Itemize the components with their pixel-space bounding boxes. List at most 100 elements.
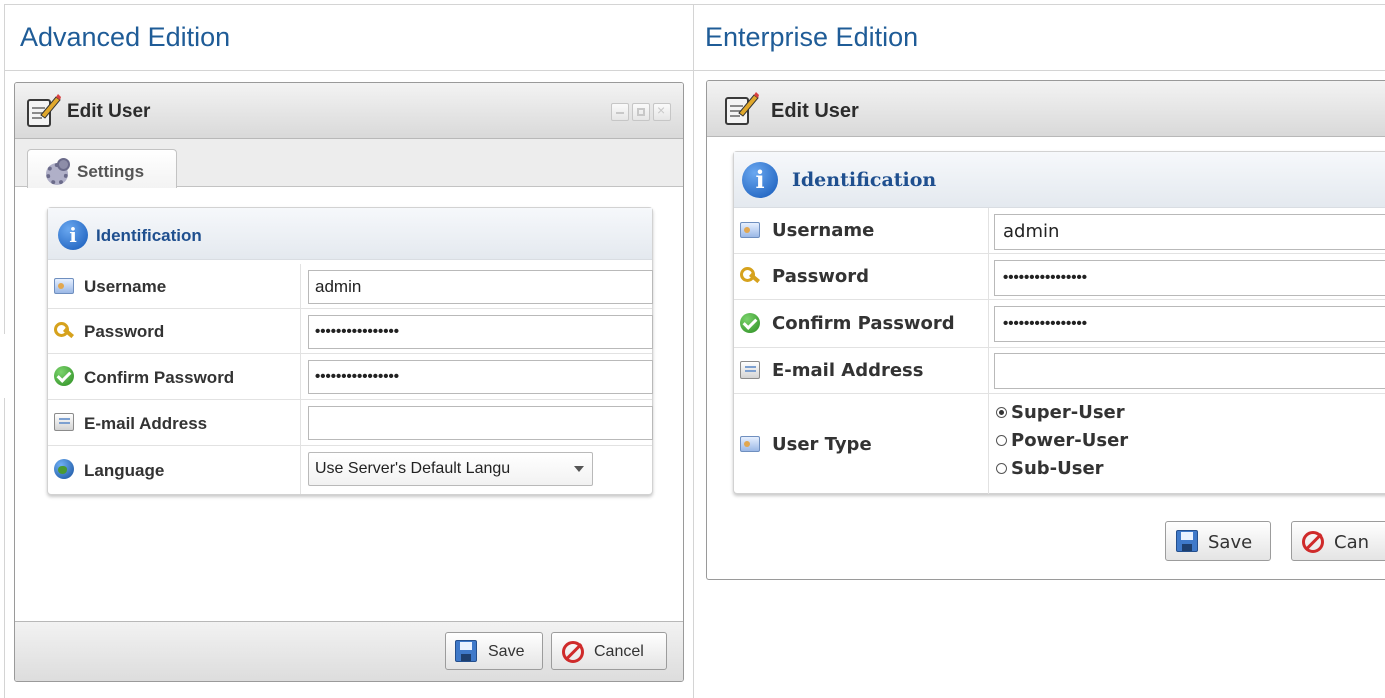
floppy-disk-icon: [1176, 530, 1198, 552]
cancel-button-label: Cancel: [594, 643, 644, 660]
table-left-border: [4, 4, 5, 334]
panel-title: Identification: [792, 169, 937, 191]
globe-icon: [54, 459, 74, 479]
window-title: Edit User: [771, 100, 859, 122]
row-separator: [988, 254, 989, 299]
radio-button[interactable]: [996, 435, 1007, 446]
radio-sub-user-label: Sub-User: [1011, 458, 1104, 479]
edit-user-icon: [725, 92, 759, 125]
row-separator: [988, 348, 989, 393]
cancel-button[interactable]: Can: [1291, 521, 1385, 561]
chevron-down-icon: [574, 466, 584, 472]
username-label: Username: [772, 220, 875, 241]
username-input[interactable]: admin: [308, 270, 653, 304]
row-confirm-password: Confirm Password ••••••••••••••••: [734, 300, 1385, 348]
edit-user-icon: [27, 94, 61, 127]
save-button[interactable]: Save: [1165, 521, 1271, 561]
tab-strip: Settings: [15, 139, 683, 188]
check-icon: [54, 366, 74, 386]
row-username: Username admin: [734, 208, 1385, 254]
row-separator: [300, 446, 301, 494]
row-separator: [300, 264, 301, 308]
password-label: Password: [772, 266, 870, 287]
table-left-border-lower: [4, 398, 5, 698]
row-user-type: User Type Super-User Power-User Sub-User: [734, 394, 1385, 494]
email-label: E-mail Address: [772, 360, 924, 381]
password-label: Password: [84, 322, 165, 341]
language-select-value: Use Server's Default Langu: [315, 460, 511, 477]
save-button-label: Save: [1208, 532, 1253, 553]
row-language: Language Use Server's Default Langu: [48, 446, 652, 494]
edit-user-window-enterprise: Edit User i Identification Username admi…: [706, 80, 1385, 580]
no-entry-icon: [562, 641, 584, 663]
button-bar: Save Cancel: [15, 621, 683, 681]
row-email: E-mail Address: [48, 400, 653, 446]
row-password: Password ••••••••••••••••: [48, 309, 653, 354]
cancel-button-label: Can: [1334, 532, 1370, 553]
column-title-enterprise: Enterprise Edition: [705, 22, 919, 52]
confirm-password-label: Confirm Password: [84, 368, 235, 387]
check-icon: [740, 313, 760, 333]
identification-panel: i Identification Username admin Password…: [733, 151, 1385, 494]
table-top-border: [4, 4, 1385, 5]
username-input[interactable]: admin: [994, 214, 1385, 250]
row-separator: [988, 208, 989, 253]
cancel-button[interactable]: Cancel: [551, 632, 667, 670]
window-titlebar[interactable]: Edit User: [707, 81, 1385, 137]
confirm-password-label: Confirm Password: [772, 313, 955, 334]
row-email: E-mail Address: [734, 348, 1385, 394]
radio-button[interactable]: [996, 463, 1007, 474]
maximize-button[interactable]: [632, 103, 650, 121]
key-icon: [740, 266, 760, 286]
close-button[interactable]: [653, 102, 671, 121]
user-type-label: User Type: [772, 434, 872, 455]
language-select[interactable]: Use Server's Default Langu: [308, 452, 593, 486]
minimize-button[interactable]: [611, 103, 629, 121]
save-button-label: Save: [488, 643, 525, 660]
floppy-disk-icon: [455, 640, 477, 662]
panel-header: i Identification: [734, 152, 1385, 208]
email-input[interactable]: [308, 406, 653, 440]
row-separator: [300, 354, 301, 399]
password-input[interactable]: ••••••••••••••••: [308, 315, 653, 349]
row-password: Password ••••••••••••••••: [734, 254, 1385, 300]
email-input[interactable]: [994, 353, 1385, 389]
info-icon: i: [58, 220, 88, 250]
radio-power-user[interactable]: Power-User: [996, 430, 1128, 451]
radio-super-user[interactable]: Super-User: [996, 402, 1125, 423]
row-confirm-password: Confirm Password ••••••••••••••••: [48, 354, 653, 400]
confirm-password-input[interactable]: ••••••••••••••••: [308, 360, 653, 394]
key-icon: [54, 321, 74, 341]
radio-power-user-label: Power-User: [1011, 430, 1129, 451]
tab-settings-label: Settings: [77, 162, 145, 181]
row-separator: [988, 394, 989, 494]
panel-title: Identification: [96, 226, 202, 245]
email-label: E-mail Address: [84, 414, 208, 433]
username-label: Username: [84, 277, 167, 296]
column-title-advanced: Advanced Edition: [20, 22, 231, 52]
row-separator: [988, 300, 989, 347]
panel-header: i Identification: [48, 208, 652, 260]
table-header-divider: [4, 70, 1385, 71]
mail-icon: [54, 413, 74, 431]
radio-sub-user[interactable]: Sub-User: [996, 458, 1104, 479]
window-titlebar[interactable]: Edit User: [15, 83, 683, 139]
row-username: Username admin: [48, 264, 653, 309]
password-input[interactable]: ••••••••••••••••: [994, 260, 1385, 296]
tab-settings[interactable]: Settings: [27, 149, 177, 188]
window-title: Edit User: [67, 101, 151, 122]
table-column-divider: [693, 4, 694, 698]
confirm-password-input[interactable]: ••••••••••••••••: [994, 306, 1385, 342]
mail-icon: [740, 361, 760, 379]
info-icon: i: [742, 162, 778, 198]
row-separator: [300, 309, 301, 353]
identification-panel: i Identification Username admin Password…: [47, 207, 653, 495]
language-label: Language: [84, 461, 165, 480]
edit-user-window-advanced: Edit User Settings i Identification User…: [14, 82, 684, 682]
gear-icon: [44, 157, 70, 185]
radio-button-checked[interactable]: [996, 407, 1007, 418]
save-button[interactable]: Save: [445, 632, 543, 670]
radio-super-user-label: Super-User: [1011, 402, 1125, 423]
id-card-icon: [54, 278, 74, 294]
id-card-icon: [740, 436, 760, 452]
